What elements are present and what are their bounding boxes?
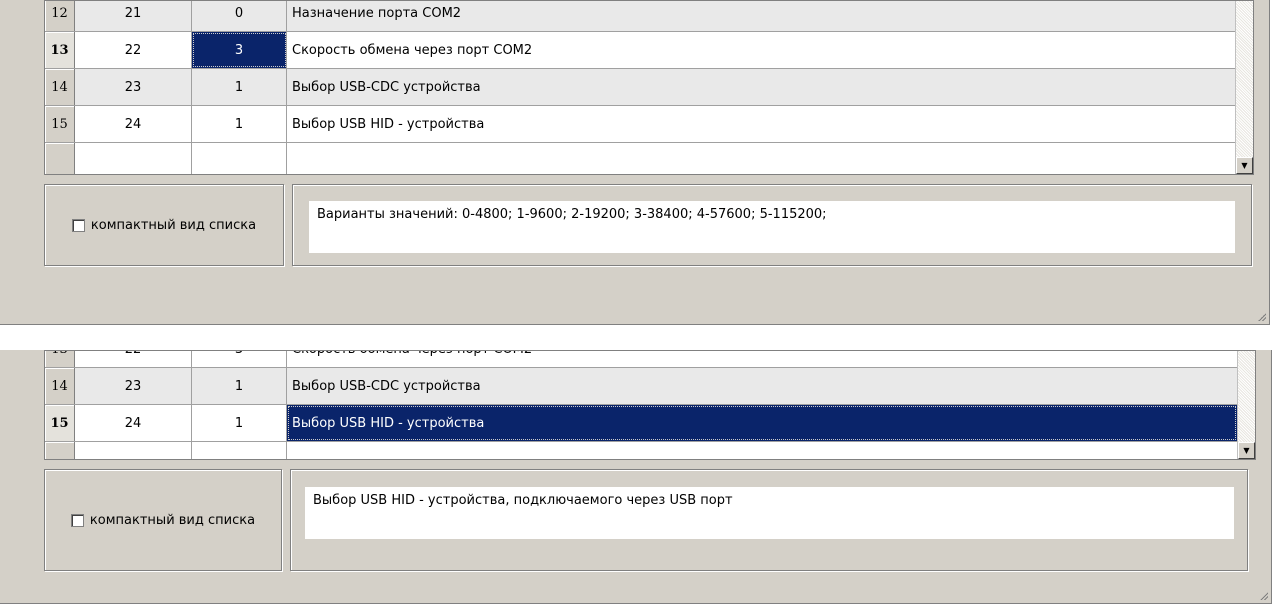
table-row[interactable]: 12 21 0 Назначение порта COM2	[45, 1, 1235, 32]
param-number: 22	[75, 351, 192, 367]
vertical-scrollbar[interactable]: ▼	[1237, 351, 1255, 459]
vertical-scrollbar[interactable]: ▼	[1235, 1, 1253, 174]
row-index: 12	[45, 1, 75, 31]
scroll-down-icon[interactable]: ▼	[1236, 157, 1253, 174]
param-value[interactable]	[192, 143, 287, 174]
param-description: Выбор USB-CDC устройства	[292, 378, 481, 394]
row-index: 13	[45, 351, 75, 367]
param-number: 21	[75, 1, 192, 31]
row-index: 15	[45, 106, 75, 142]
param-description: Назначение порта COM2	[292, 5, 462, 21]
param-number	[75, 442, 192, 459]
param-description: Скорость обмена через порт COM2	[287, 351, 1237, 367]
parameter-grid[interactable]: 13 22 3 Скорость обмена через порт COM2 …	[44, 350, 1256, 460]
scroll-down-icon[interactable]: ▼	[1238, 442, 1255, 459]
compact-view-checkbox[interactable]	[70, 513, 84, 527]
param-value[interactable]: 0	[192, 1, 287, 31]
value-hint-text: Варианты значений: 0-4800; 1-9600; 2-192…	[309, 201, 1235, 253]
param-value[interactable]: 1	[192, 106, 287, 142]
row-index: 14	[45, 69, 75, 105]
param-number: 24	[75, 405, 192, 441]
table-row[interactable]: 13 22 3 Скорость обмена через порт COM2	[45, 32, 1235, 69]
table-row[interactable]: 13 22 3 Скорость обмена через порт COM2	[45, 351, 1237, 368]
table-row-partial[interactable]	[45, 143, 1235, 174]
param-description	[287, 442, 1237, 459]
table-row[interactable]: 14 23 1 Выбор USB-CDC устройства	[45, 368, 1237, 405]
param-number: 23	[75, 368, 192, 404]
table-row[interactable]: 15 24 1 Выбор USB HID - устройства	[45, 405, 1237, 442]
compact-view-label[interactable]: компактный вид списка	[90, 513, 255, 528]
compact-view-group: компактный вид списка	[44, 469, 282, 571]
row-index	[45, 442, 75, 459]
param-value[interactable]: 1	[192, 405, 287, 441]
param-number: 22	[75, 32, 192, 68]
compact-view-label[interactable]: компактный вид списка	[91, 218, 256, 233]
row-index: 13	[45, 32, 75, 68]
row-index	[45, 143, 75, 174]
param-number: 24	[75, 106, 192, 142]
param-description	[287, 143, 1235, 174]
settings-panel-bottom: 13 22 3 Скорость обмена через порт COM2 …	[0, 350, 1272, 604]
param-value[interactable]: 3	[192, 351, 287, 367]
row-index: 15	[45, 405, 75, 441]
param-description-selected[interactable]: Выбор USB HID - устройства	[287, 405, 1237, 441]
param-value[interactable]	[192, 442, 287, 459]
compact-view-group: компактный вид списка	[44, 184, 284, 266]
param-number: 23	[75, 69, 192, 105]
param-description: Выбор USB HID - устройства	[292, 116, 485, 132]
row-index: 14	[45, 368, 75, 404]
param-description: Выбор USB-CDC устройства	[292, 79, 481, 95]
hint-group: Варианты значений: 0-4800; 1-9600; 2-192…	[292, 184, 1252, 266]
param-value-selected[interactable]: 3	[192, 32, 287, 68]
table-row[interactable]: 14 23 1 Выбор USB-CDC устройства	[45, 69, 1235, 106]
compact-view-checkbox[interactable]	[71, 218, 85, 232]
parameter-grid[interactable]: 12 21 0 Назначение порта COM2 13 22 3 Ск…	[44, 0, 1254, 175]
param-description: Скорость обмена через порт COM2	[292, 42, 533, 58]
table-row[interactable]: 15 24 1 Выбор USB HID - устройства	[45, 106, 1235, 143]
param-value[interactable]: 1	[192, 368, 287, 404]
resize-grip-icon[interactable]	[1256, 311, 1266, 321]
param-number	[75, 143, 192, 174]
settings-panel-top: 12 21 0 Назначение порта COM2 13 22 3 Ск…	[0, 0, 1270, 325]
table-row-partial[interactable]	[45, 442, 1237, 459]
param-value[interactable]: 1	[192, 69, 287, 105]
hint-group: Выбор USB HID - устройства, подключаемог…	[290, 469, 1248, 571]
value-hint-text: Выбор USB HID - устройства, подключаемог…	[305, 487, 1234, 539]
resize-grip-icon[interactable]	[1258, 590, 1268, 600]
